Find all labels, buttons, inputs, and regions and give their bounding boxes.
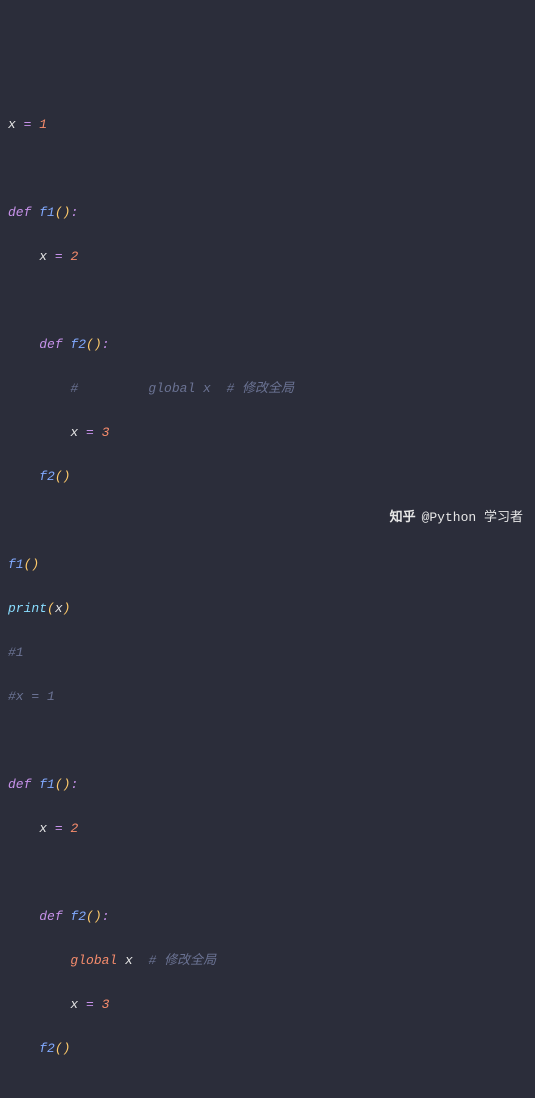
code-line	[8, 730, 527, 752]
code-line: #1	[8, 642, 527, 664]
function-call: f2	[39, 1041, 55, 1056]
code-line: x = 2	[8, 246, 527, 268]
function-call: f2	[39, 469, 55, 484]
function-name: f2	[70, 909, 86, 924]
operator: =	[55, 249, 63, 264]
number: 1	[39, 117, 47, 132]
keyword: def	[39, 909, 62, 924]
paren: )	[94, 337, 102, 352]
comment: #1	[8, 645, 24, 660]
code-line: def f2():	[8, 334, 527, 356]
variable: x	[39, 821, 47, 836]
code-line: f2()	[8, 466, 527, 488]
function-name: f2	[70, 337, 86, 352]
code-line: x = 1	[8, 114, 527, 136]
colon: :	[102, 337, 110, 352]
paren: )	[63, 1041, 71, 1056]
variable: x	[55, 601, 63, 616]
keyword: def	[8, 205, 31, 220]
code-line: #x = 1	[8, 686, 527, 708]
comment: # global x # 修改全局	[70, 381, 294, 396]
code-line: f1()	[8, 554, 527, 576]
code-line	[8, 290, 527, 312]
code-line	[8, 1082, 527, 1098]
variable: x	[125, 953, 133, 968]
comment: # 修改全局	[148, 953, 216, 968]
colon: :	[102, 909, 110, 924]
code-line: def f1():	[8, 774, 527, 796]
paren: )	[31, 557, 39, 572]
variable: x	[70, 997, 78, 1012]
number: 2	[70, 821, 78, 836]
paren: )	[63, 469, 71, 484]
operator: =	[24, 117, 32, 132]
number: 2	[70, 249, 78, 264]
paren: )	[63, 777, 71, 792]
zhihu-icon: 知乎	[390, 507, 416, 529]
function-call: f1	[8, 557, 24, 572]
paren: (	[55, 777, 63, 792]
operator: =	[55, 821, 63, 836]
code-line: x = 3	[8, 994, 527, 1016]
variable: x	[39, 249, 47, 264]
comment: #x = 1	[8, 689, 55, 704]
paren: )	[94, 909, 102, 924]
variable: x	[70, 425, 78, 440]
code-line	[8, 862, 527, 884]
builtin: print	[8, 601, 47, 616]
function-name: f1	[39, 777, 55, 792]
code-line	[8, 158, 527, 180]
code-line: x = 2	[8, 818, 527, 840]
paren: (	[47, 601, 55, 616]
number: 3	[102, 997, 110, 1012]
code-line: # global x # 修改全局	[8, 378, 527, 400]
watermark: 知乎 @Python 学习者	[390, 507, 523, 529]
code-line: def f1():	[8, 202, 527, 224]
colon: :	[70, 205, 78, 220]
code-line: def f2():	[8, 906, 527, 928]
operator: =	[86, 997, 94, 1012]
paren: (	[86, 909, 94, 924]
keyword: def	[39, 337, 62, 352]
paren: (	[55, 205, 63, 220]
function-name: f1	[39, 205, 55, 220]
variable: x	[8, 117, 16, 132]
keyword-global: global	[70, 953, 117, 968]
code-line: print(x)	[8, 598, 527, 620]
code-line: global x # 修改全局	[8, 950, 527, 972]
colon: :	[70, 777, 78, 792]
code-block: x = 1 def f1(): x = 2 def f2(): # global…	[8, 92, 527, 1098]
paren: (	[55, 469, 63, 484]
code-line: f2()	[8, 1038, 527, 1060]
code-line: x = 3	[8, 422, 527, 444]
paren: (	[55, 1041, 63, 1056]
operator: =	[86, 425, 94, 440]
keyword: def	[8, 777, 31, 792]
watermark-text: @Python 学习者	[422, 507, 523, 529]
number: 3	[102, 425, 110, 440]
paren: )	[63, 601, 71, 616]
paren: (	[86, 337, 94, 352]
paren: (	[24, 557, 32, 572]
